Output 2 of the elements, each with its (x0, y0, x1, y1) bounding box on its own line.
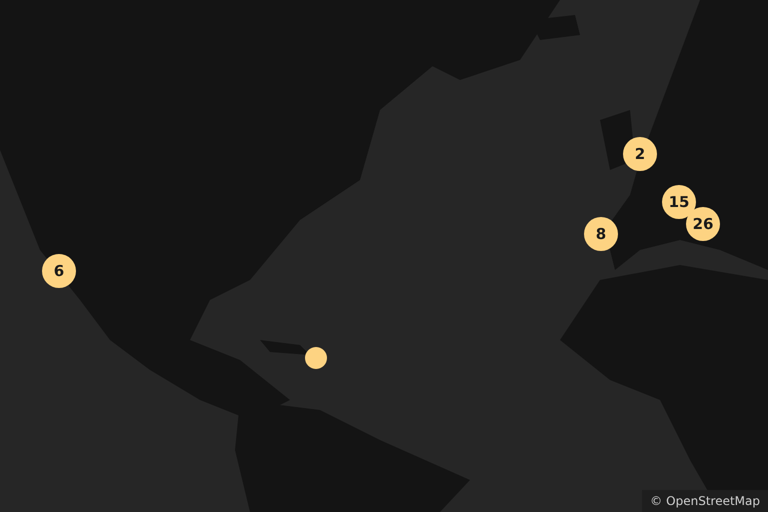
attribution-link[interactable]: OpenStreetMap (666, 492, 760, 510)
copyright-text: © (650, 493, 662, 510)
